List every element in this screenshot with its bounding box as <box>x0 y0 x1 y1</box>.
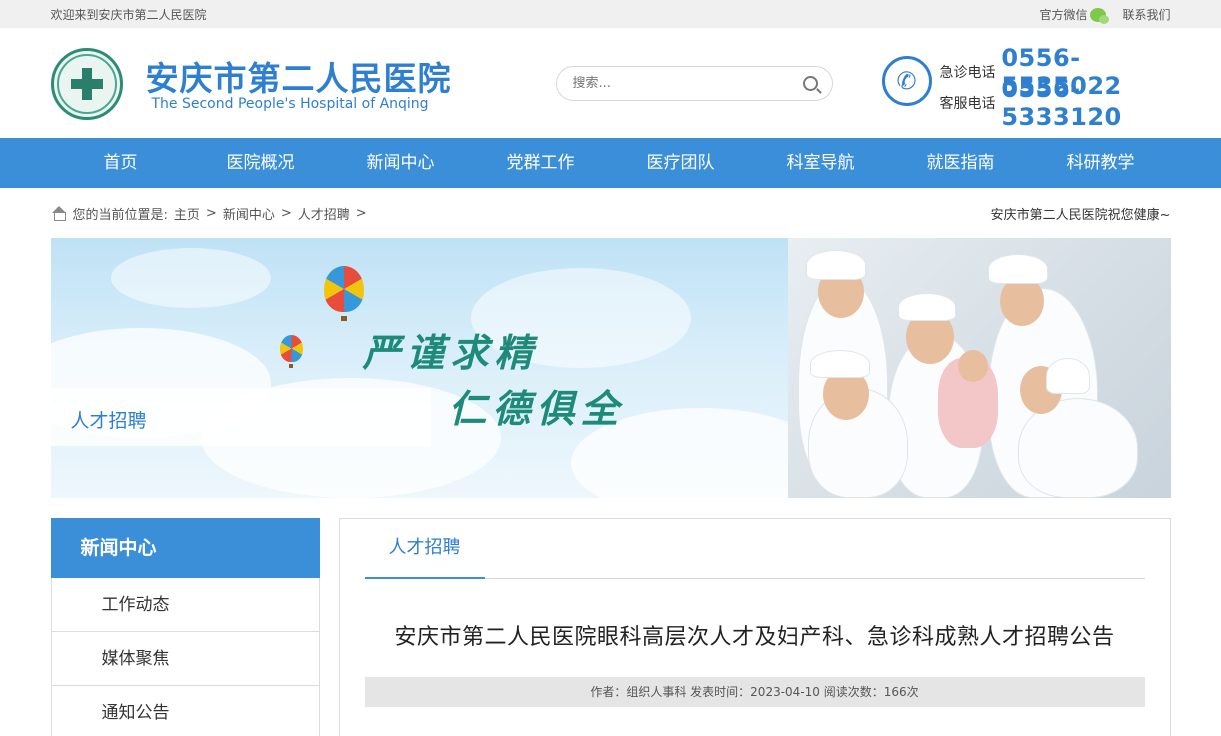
breadcrumb-item-recruit[interactable]: 人才招聘 <box>298 204 350 223</box>
sidebar: 新闻中心 工作动态 媒体聚焦 通知公告 <box>50 518 320 736</box>
phone-icon: ✆ <box>881 56 932 106</box>
breadcrumb: 您的当前位置是: 主页 > 新闻中心 > 人才招聘 > 安庆市第二人民医院祝您健… <box>51 188 1171 238</box>
contact-link[interactable]: 联系我们 <box>1122 6 1170 23</box>
nav-item-news[interactable]: 新闻中心 <box>331 138 471 188</box>
slogan-line-2: 仁德俱全 <box>448 386 625 431</box>
banner-label: 人才招聘 <box>70 410 147 432</box>
service-phone-label: 客服电话 <box>939 95 996 112</box>
home-icon <box>51 206 67 221</box>
search-box <box>555 66 833 101</box>
nav-item-medical-team[interactable]: 医疗团队 <box>611 138 751 188</box>
hospital-name[interactable]: 安庆市第二人民医院 <box>146 52 452 100</box>
sidebar-heading: 新闻中心 <box>50 518 320 578</box>
wechat-icon <box>1090 7 1110 24</box>
article-panel: 人才招聘 安庆市第二人民医院眼科高层次人才及妇产科、急诊科成熟人才招聘公告 作者… <box>338 518 1171 736</box>
nav-item-guide[interactable]: 就医指南 <box>891 138 1031 188</box>
content-area: 新闻中心 工作动态 媒体聚焦 通知公告 人才招聘 安庆市第二人民医院眼科高层次人… <box>50 518 1171 736</box>
article-tabbar: 人才招聘 <box>364 519 1145 579</box>
nurses-photo <box>787 238 1171 498</box>
greeting-text: 安庆市第二人民医院祝您健康~ <box>990 207 1171 223</box>
nav-item-home[interactable]: 首页 <box>51 138 191 188</box>
hot-air-balloon-icon <box>323 266 364 312</box>
nav-item-departments[interactable]: 科室导航 <box>751 138 891 188</box>
search-input[interactable] <box>556 67 777 100</box>
wechat-link[interactable]: 官方微信 <box>1039 6 1110 24</box>
welcome-text: 欢迎来到安庆市第二人民医院 <box>50 8 207 22</box>
emergency-phone-label: 急诊电话 <box>939 64 996 81</box>
wechat-label: 官方微信 <box>1039 8 1088 22</box>
nav-item-research[interactable]: 科研教学 <box>1031 138 1171 188</box>
breadcrumb-prefix: 您的当前位置是: <box>72 207 168 223</box>
tab-recruitment[interactable]: 人才招聘 <box>364 519 485 579</box>
hospital-english-name: The Second People's Hospital of Anqing <box>151 96 429 112</box>
service-phone: 客服电话 0556-5333120 <box>939 75 1171 131</box>
search-icon[interactable] <box>802 76 818 91</box>
sidebar-item-notices[interactable]: 通知公告 <box>50 686 320 736</box>
hospital-logo-icon[interactable] <box>50 48 123 120</box>
breadcrumb-separator: > <box>355 205 367 221</box>
phone-numbers: 急诊电话 0556-5535022 客服电话 0556-5333120 <box>939 44 1171 131</box>
service-phone-number: 0556-5333120 <box>1001 74 1122 131</box>
hot-air-balloon-icon <box>279 335 303 362</box>
breadcrumb-separator: > <box>280 205 292 221</box>
page-banner: 人才招聘 严谨求精 仁德俱全 <box>50 238 1171 498</box>
top-bar: 欢迎来到安庆市第二人民医院 官方微信 联系我们 <box>0 0 1221 28</box>
breadcrumb-item-home[interactable]: 主页 <box>174 204 200 223</box>
sidebar-item-media[interactable]: 媒体聚焦 <box>50 632 320 686</box>
article-title: 安庆市第二人民医院眼科高层次人才及妇产科、急诊科成熟人才招聘公告 <box>394 625 1115 650</box>
breadcrumb-item-news[interactable]: 新闻中心 <box>223 204 275 223</box>
site-header: 安庆市第二人民医院 The Second People's Hospital o… <box>50 28 1171 138</box>
slogan-line-1: 严谨求精 <box>362 330 539 375</box>
nav-item-party[interactable]: 党群工作 <box>471 138 611 188</box>
breadcrumb-separator: > <box>205 205 217 221</box>
article-meta: 作者：组织人事科 发表时间：2023-04-10 阅读次数：166次 <box>364 677 1145 707</box>
main-nav: 首页 医院概况 新闻中心 党群工作 医疗团队 科室导航 就医指南 科研教学 <box>0 138 1221 188</box>
nav-item-overview[interactable]: 医院概况 <box>191 138 331 188</box>
sidebar-item-work-news[interactable]: 工作动态 <box>50 578 320 632</box>
